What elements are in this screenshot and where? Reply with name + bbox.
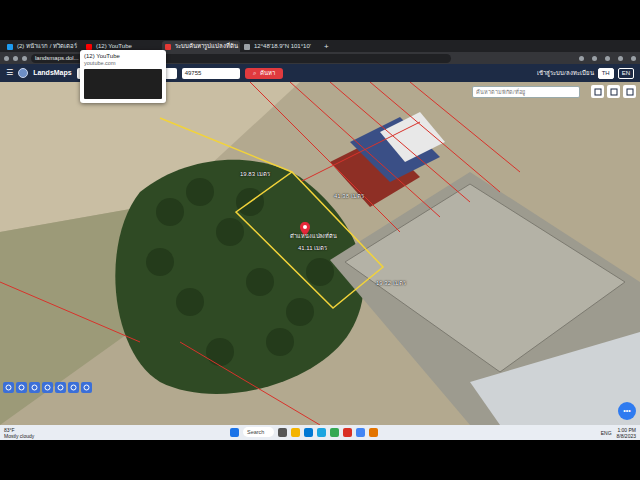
app-icon[interactable] — [369, 428, 378, 437]
extension-icon[interactable] — [605, 56, 610, 61]
nav-button-icon[interactable] — [22, 56, 27, 61]
app-icon[interactable] — [343, 428, 352, 437]
header-right: เข้าสู่ระบบ/ลงทะเบียน TH EN — [537, 68, 634, 79]
clock[interactable]: 1:00 PM8/8/2023 — [617, 427, 636, 439]
extension-icon[interactable] — [579, 56, 584, 61]
tab-favicon-icon — [86, 44, 92, 50]
more-button[interactable]: ••• — [618, 402, 636, 420]
tab-favicon-icon — [244, 44, 250, 50]
map-tools — [3, 382, 95, 393]
menu-icon[interactable]: ☰ — [6, 69, 13, 77]
measurement-label: 41.11 เมตร — [298, 244, 327, 252]
browser-window: (2) หน้าแรก / ทวิตเตอร์ (12) YouTube ระบบค… — [0, 40, 640, 440]
temperature: 83°F — [4, 427, 34, 433]
taskbar: 83°FMostly cloudy Search ENG 1:00 PM8/8/202… — [0, 425, 640, 440]
point-tool-icon[interactable] — [16, 382, 27, 393]
browser-tab[interactable]: ระบบค้นหารูปแปลงที่ดิน — [162, 41, 240, 52]
site-logo[interactable]: LandsMaps — [33, 68, 72, 79]
clock-time: 1:00 PM — [617, 427, 636, 433]
app-icon[interactable] — [356, 428, 365, 437]
draw-tool-icon[interactable] — [81, 382, 92, 393]
measure-tool-icon[interactable] — [3, 382, 14, 393]
clock-date: 8/8/2023 — [617, 433, 636, 439]
parcel-search-field[interactable]: 49755 — [182, 68, 240, 79]
taskbar-apps: Search — [230, 427, 378, 437]
satellite-map[interactable] — [0, 82, 640, 425]
toolbar-icons — [579, 56, 636, 61]
app-icon[interactable] — [304, 428, 313, 437]
login-link[interactable]: เข้าสู่ระบบ/ลงทะเบียน — [537, 69, 594, 78]
pin-label: ตำแหน่งแปลงที่ดิน — [290, 232, 337, 240]
system-tray: ENG 1:00 PM8/8/2023 — [601, 427, 636, 439]
tab-favicon-icon — [7, 44, 13, 50]
extension-icon[interactable] — [618, 56, 623, 61]
app-icon[interactable] — [291, 428, 300, 437]
extension-icon[interactable] — [631, 56, 636, 61]
nav-button-icon[interactable] — [13, 56, 18, 61]
map-controls — [591, 85, 636, 98]
top-letterbox — [0, 0, 640, 40]
app-icon[interactable] — [330, 428, 339, 437]
tooltip-title: (12) YouTube — [84, 52, 162, 60]
tab-favicon-icon — [165, 44, 171, 50]
measurement-label: 19.83 เมตร — [240, 170, 270, 178]
polygon-tool-icon[interactable] — [42, 382, 53, 393]
weather-widget[interactable]: 83°FMostly cloudy — [4, 427, 34, 439]
magnifier-icon: ⌕ — [253, 70, 256, 76]
language-button[interactable]: TH — [598, 68, 614, 79]
weather-text: Mostly cloudy — [4, 433, 34, 439]
tab-label: (2) หน้าแรก / ทวิตเตอร์ — [17, 41, 77, 52]
home-icon[interactable] — [591, 85, 604, 98]
map-search-field[interactable] — [472, 86, 580, 98]
map-pin-icon[interactable] — [300, 216, 310, 230]
app-icon[interactable] — [317, 428, 326, 437]
layers-icon[interactable] — [623, 85, 636, 98]
measurement-label: 41.38 เมตร — [334, 192, 364, 200]
line-tool-icon[interactable] — [29, 382, 40, 393]
circle-tool-icon[interactable] — [68, 382, 79, 393]
tab-label: ระบบค้นหารูปแปลงที่ดิน — [175, 41, 238, 52]
tab-hover-card: (12) YouTubeyoutube.com — [80, 50, 166, 103]
tab-label: 12°48'18.9"N 101°10' — [254, 41, 311, 52]
tab-preview-image — [84, 69, 162, 99]
taskbar-search[interactable]: Search — [243, 427, 274, 437]
windows-start-icon[interactable] — [230, 428, 239, 437]
map[interactable]: 19.83 เมตร 41.38 เมตร 41.11 เมตร 19.32 เมตร… — [0, 82, 640, 425]
grid-icon[interactable] — [607, 85, 620, 98]
bottom-letterbox — [0, 440, 640, 480]
search-button[interactable]: ⌕ ค้นหา — [245, 68, 283, 79]
measurement-label: 19.32 เมตร — [376, 279, 406, 287]
nav-button-icon[interactable] — [4, 56, 9, 61]
logo-icon — [18, 68, 28, 78]
square-tool-icon[interactable] — [55, 382, 66, 393]
language-button[interactable]: EN — [618, 68, 634, 79]
search-button-label: ค้นหา — [260, 70, 275, 76]
new-tab-button[interactable]: + — [320, 41, 333, 52]
extension-icon[interactable] — [592, 56, 597, 61]
app-icon[interactable] — [278, 428, 287, 437]
browser-tab[interactable]: (2) หน้าแรก / ทวิตเตอร์ — [4, 41, 82, 52]
input-language[interactable]: ENG — [601, 430, 612, 436]
tooltip-url: youtube.com — [84, 60, 162, 67]
browser-tab[interactable]: 12°48'18.9"N 101°10' — [241, 41, 319, 52]
